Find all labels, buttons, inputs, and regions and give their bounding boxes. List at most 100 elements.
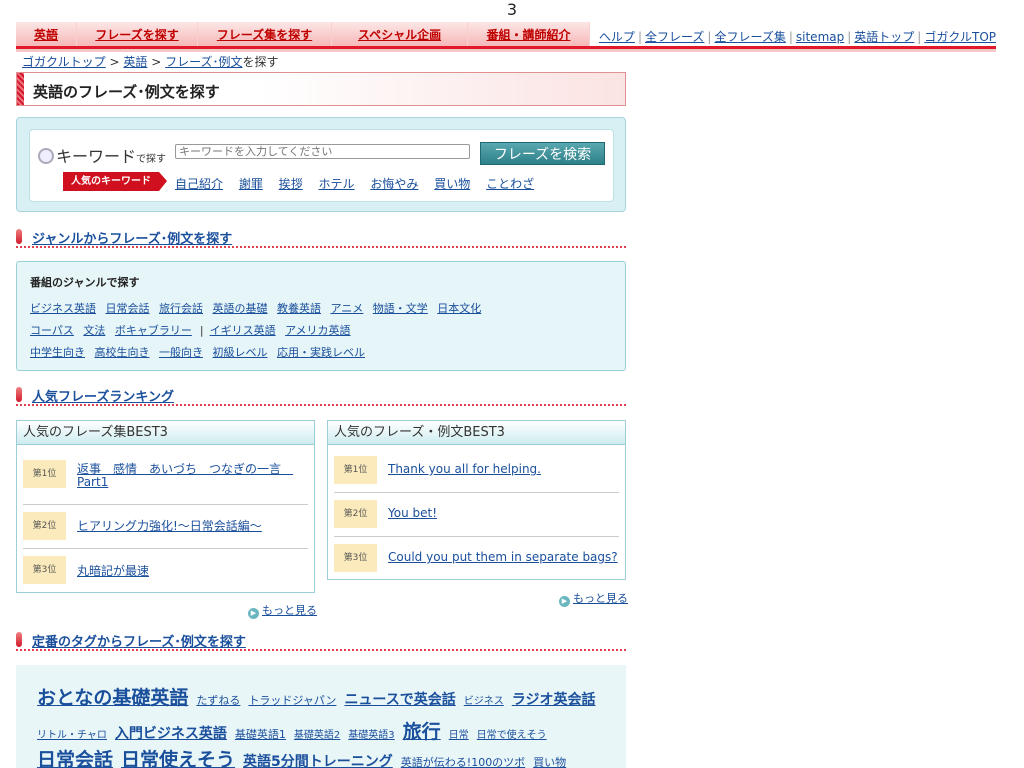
genre-link[interactable]: アニメ xyxy=(331,302,364,315)
ranking-link[interactable]: ヒアリング力強化!〜日常会話編〜 xyxy=(77,520,262,533)
genre-link[interactable]: 中学生向き xyxy=(30,346,85,359)
genre-link[interactable]: 文法 xyxy=(83,324,105,337)
tag-link[interactable]: 基礎英語2 xyxy=(294,730,340,741)
ranking-link[interactable]: 丸暗記が最速 xyxy=(77,565,149,578)
nav-underline-shadow xyxy=(16,49,996,52)
breadcrumb-english[interactable]: 英語 xyxy=(123,55,147,69)
rank-badge: 第2位 xyxy=(23,512,66,540)
genre-link[interactable]: 初級レベル xyxy=(213,346,268,359)
phrase-more-link[interactable]: ▶ もっと見る xyxy=(559,590,628,607)
tag-link[interactable]: 日常 xyxy=(449,730,469,741)
genre-box-title: 番組のジャンルで探す xyxy=(30,276,140,289)
tag-link[interactable]: 日常で使えそう xyxy=(477,730,547,741)
ranking-item: 第1位 返事 感情 あいづち つなぎの一言 Part1 xyxy=(23,451,308,505)
help-link[interactable]: ヘルプ xyxy=(599,30,635,44)
rank-badge: 第3位 xyxy=(334,544,377,572)
genre-row-3: 中学生向き 高校生向き 一般向き 初級レベル 応用・実践レベル xyxy=(30,344,371,360)
genre-link[interactable]: 物語・文学 xyxy=(373,302,428,315)
popular-keyword[interactable]: ホテル xyxy=(319,177,355,191)
ranking-section-link[interactable]: 人気フレーズランキング xyxy=(32,386,174,405)
gogakuru-top-link[interactable]: ゴガクルTOP xyxy=(924,30,996,44)
phrase-ranking-box: 人気のフレーズ・例文BEST3 第1位 Thank you all for he… xyxy=(327,420,626,580)
phrase-search-button[interactable]: フレーズを検索 xyxy=(480,142,605,165)
keyword-label: キーワードで探す xyxy=(38,143,166,167)
arrow-right-icon: ▶ xyxy=(248,608,259,619)
tag-cloud: おとなの基礎英語 たずねる トラッドジャパン ニュースで英会話 ビジネス ラジオ英会話 リ… xyxy=(16,665,626,768)
sitemap-link[interactable]: sitemap xyxy=(796,30,844,44)
tag-link[interactable]: 基礎英語1 xyxy=(235,728,286,741)
ranking-item: 第3位 丸暗記が最速 xyxy=(23,549,308,593)
tab-english[interactable]: 英語 xyxy=(16,22,77,48)
popular-keyword[interactable]: 謝罪 xyxy=(239,177,263,191)
tag-link[interactable]: たずねる xyxy=(196,694,240,707)
ranking-link[interactable]: Thank you all for helping. xyxy=(388,463,541,476)
section-marker-icon xyxy=(16,632,22,647)
tag-link[interactable]: 基礎英語3 xyxy=(348,730,394,741)
genre-link[interactable]: アメリカ英語 xyxy=(285,324,350,337)
genre-box: 番組のジャンルで探す ビジネス英語 日常会話 旅行会話 英語の基礎 教養英語 ア… xyxy=(16,261,626,371)
popular-keyword[interactable]: ことわざ xyxy=(486,177,534,191)
ranking-item: 第3位 Could you put them in separate bags? xyxy=(334,537,619,579)
popular-keyword[interactable]: お悔やみ xyxy=(370,177,418,191)
genre-link[interactable]: 応用・実践レベル xyxy=(277,346,365,359)
genre-link[interactable]: 日常会話 xyxy=(106,302,150,315)
tag-link[interactable]: おとなの基礎英語 xyxy=(37,687,188,709)
tag-link[interactable]: リトル・チャロ xyxy=(37,730,107,741)
genre-link[interactable]: 英語の基礎 xyxy=(213,302,268,315)
utility-links: ヘルプ | 全フレーズ | 全フレーズ集 | sitemap | 英語トップ | ゴガクルTOP xyxy=(598,30,996,44)
tag-link[interactable]: ニュースで英会話 xyxy=(344,692,455,708)
popular-keyword[interactable]: 買い物 xyxy=(434,177,470,191)
section-marker-icon xyxy=(16,387,22,402)
top-nav: 英語 フレーズを探す フレーズ集を探す スペシャル企画 番組・講師紹介 xyxy=(16,22,590,48)
arrow-right-icon: ▶ xyxy=(559,596,570,607)
ranking-link[interactable]: Could you put them in separate bags? xyxy=(388,551,618,564)
genre-link[interactable]: コーパス xyxy=(30,324,74,337)
genre-link[interactable]: イギリス英語 xyxy=(210,324,276,337)
genre-link[interactable]: ボキャブラリー xyxy=(115,324,192,337)
tag-link[interactable]: ラジオ英会話 xyxy=(512,692,596,708)
tab-find-phrase-collection[interactable]: フレーズ集を探す xyxy=(198,22,332,48)
all-phrases-link[interactable]: 全フレーズ xyxy=(645,30,704,44)
breadcrumb-phrases[interactable]: フレーズ･例文 xyxy=(165,55,242,69)
page-title-bar: 英語のフレーズ･例文を探す xyxy=(16,72,626,106)
keyword-input[interactable] xyxy=(175,144,470,159)
rank-badge: 第1位 xyxy=(334,456,377,484)
tag-link[interactable]: 買い物 xyxy=(533,756,566,768)
tab-programs[interactable]: 番組・講師紹介 xyxy=(468,22,590,48)
genre-link[interactable]: 高校生向き xyxy=(95,346,150,359)
tab-special[interactable]: スペシャル企画 xyxy=(332,22,468,48)
rank-badge: 第3位 xyxy=(23,556,66,584)
page-title: 英語のフレーズ･例文を探す xyxy=(33,83,220,101)
ranking-link[interactable]: 返事 感情 あいづち つなぎの一言 Part1 xyxy=(77,463,293,489)
genre-link[interactable]: 日本文化 xyxy=(437,302,481,315)
tag-link[interactable]: 日常使えそう xyxy=(121,749,235,768)
genre-link[interactable]: 旅行会話 xyxy=(159,302,203,315)
genre-row-1: ビジネス英語 日常会話 旅行会話 英語の基礎 教養英語 アニメ 物語・文学 日本… xyxy=(30,300,487,316)
tag-link[interactable]: 入門ビジネス英語 xyxy=(115,726,227,742)
tag-link[interactable]: 英語が伝わる!100のツボ xyxy=(401,756,525,768)
tag-link[interactable]: ビジネス xyxy=(464,696,504,707)
tag-link[interactable]: 日常会話 xyxy=(37,749,113,768)
popular-keyword[interactable]: 挨拶 xyxy=(279,177,303,191)
tag-section-link[interactable]: 定番のタグからフレーズ･例文を探す xyxy=(32,631,246,650)
tag-link[interactable]: トラッドジャパン xyxy=(248,694,336,707)
tag-link[interactable]: 英語5分間トレーニング xyxy=(243,754,393,768)
tag-row-3: 日常会話 日常使えそう 英語5分間トレーニング 英語が伝わる!100のツボ 買い物 xyxy=(37,745,574,768)
english-top-link[interactable]: 英語トップ xyxy=(854,30,914,44)
breadcrumb-gogakuru[interactable]: ゴガクルトップ xyxy=(22,55,106,69)
tab-find-phrase[interactable]: フレーズを探す xyxy=(77,22,198,48)
genre-link[interactable]: 一般向き xyxy=(159,346,203,359)
popular-keyword[interactable]: 自己紹介 xyxy=(175,177,223,191)
keyword-search-panel: キーワードで探す フレーズを検索 人気のキーワード 自己紹介 謝罪 挨拶 ホテル… xyxy=(16,117,626,212)
tag-link[interactable]: 旅行 xyxy=(403,721,441,743)
page-number: 3 xyxy=(506,0,518,19)
genre-section-header: ジャンルからフレーズ･例文を探す xyxy=(16,228,626,248)
all-collections-link[interactable]: 全フレーズ集 xyxy=(714,30,785,44)
genre-section-link[interactable]: ジャンルからフレーズ･例文を探す xyxy=(32,228,232,247)
genre-link[interactable]: 教養英語 xyxy=(277,302,321,315)
genre-link[interactable]: ビジネス英語 xyxy=(30,302,96,315)
ranking-link[interactable]: You bet! xyxy=(388,507,437,520)
collection-more-link[interactable]: ▶ もっと見る xyxy=(248,602,317,619)
popular-keywords-label: 人気のキーワード xyxy=(63,172,167,191)
section-marker-icon xyxy=(16,229,22,244)
